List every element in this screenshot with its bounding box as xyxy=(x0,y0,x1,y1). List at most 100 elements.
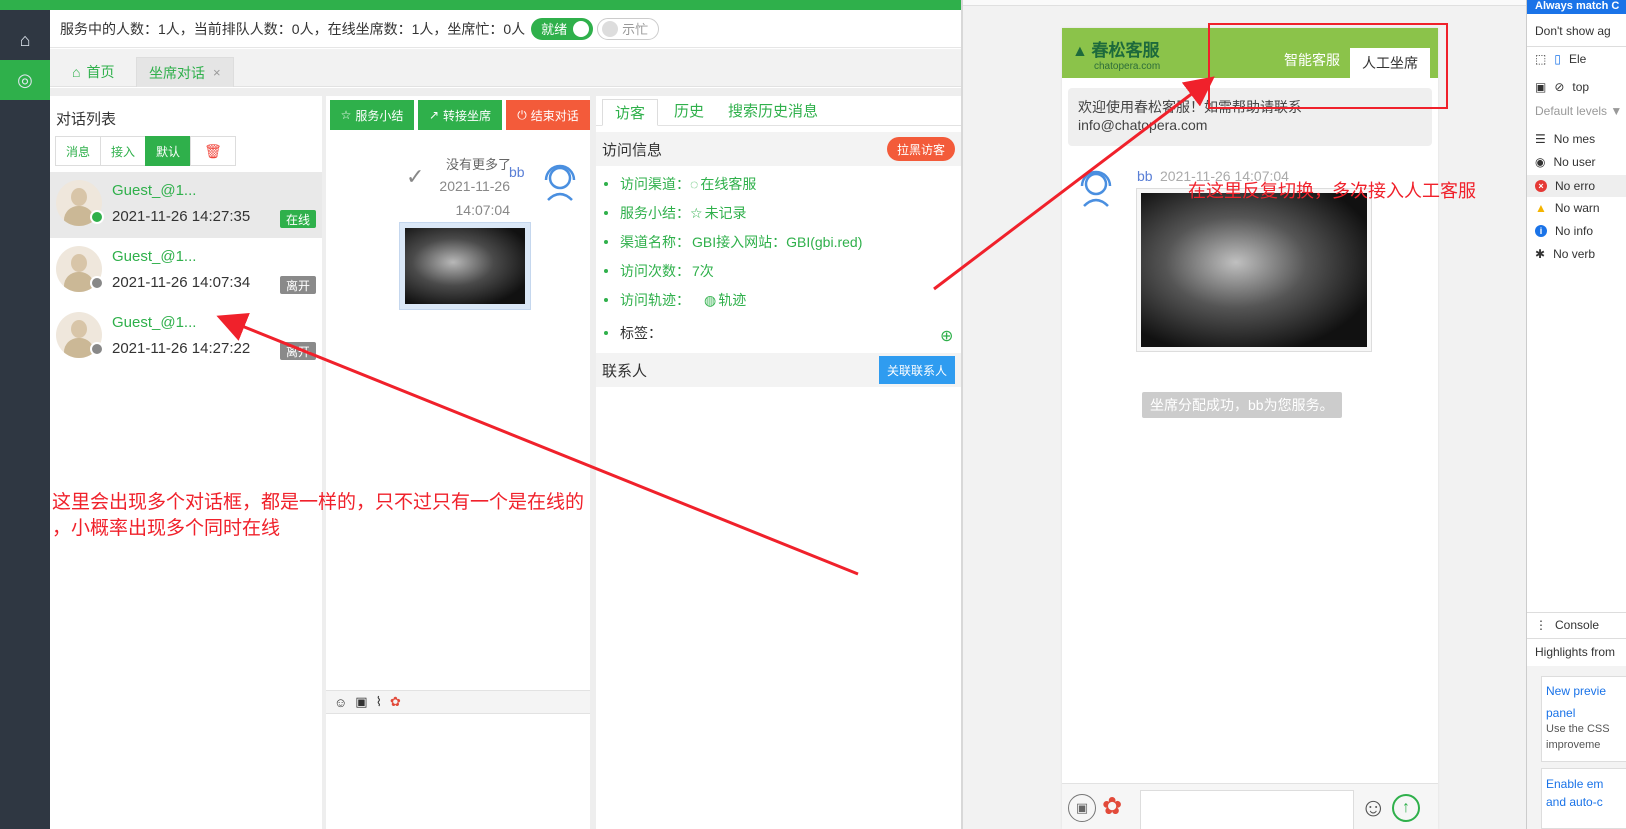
dont-show-option[interactable]: Don't show ag xyxy=(1535,24,1611,38)
window-divider xyxy=(961,0,963,829)
close-icon[interactable]: × xyxy=(213,65,221,80)
check-circle-icon: ✓ xyxy=(406,164,425,189)
rose-icon[interactable]: ✿ xyxy=(390,694,401,710)
attachment-icon[interactable]: ⌇ xyxy=(376,694,382,710)
customer-chat-widget: ▲ 春松客服 chatopera.com 智能客服 人工坐席 欢迎使用春松客服！… xyxy=(1062,28,1438,829)
annotation-highlight-box xyxy=(1208,23,1448,109)
console-toolbar: ▣ ⊘ top xyxy=(1535,80,1589,94)
transfer-agent-button[interactable]: ↗ 转接坐席 xyxy=(418,100,502,130)
annotation-left: 这里会出现多个对话框，都是一样的，只不过只有一个是在线的 ，小概率出现多个同时在… xyxy=(52,492,585,539)
filter-default-button[interactable]: 默认 xyxy=(145,136,191,166)
whats-new-card[interactable]: New previe panel Use the CSS improveme xyxy=(1541,676,1626,762)
filter-warnings[interactable]: ▲ No warn xyxy=(1535,201,1600,215)
filter-errors[interactable]: × No erro xyxy=(1527,175,1626,197)
devtools-banner[interactable]: Always match C xyxy=(1527,0,1626,14)
emoji-icon[interactable]: ☺ xyxy=(1360,792,1387,823)
filter-verbose[interactable]: ✱ No verb xyxy=(1535,247,1595,261)
filter-accept-button[interactable]: 接入 xyxy=(100,136,146,166)
tab-visitor[interactable]: 访客 xyxy=(602,99,659,126)
emoji-icon[interactable]: ☺ xyxy=(334,695,347,710)
offline-dot-icon xyxy=(90,276,104,290)
tab-elements[interactable]: Ele xyxy=(1569,52,1586,66)
online-dot-icon xyxy=(90,210,104,224)
conversation-item[interactable]: Guest_@1... 2021-11-26 14:27:22 离开 xyxy=(50,304,322,370)
track-icon: ◍ xyxy=(704,291,717,308)
conversation-filter-group: 消息 接入 默认 🗑 xyxy=(55,136,236,166)
message-image[interactable] xyxy=(399,222,531,310)
visitor-panel: 访客 历史 搜索历史消息 访问信息 拉黑访客 访问渠道： ◌ 在线客服 服务小结： ☆… xyxy=(596,96,961,829)
service-summary-field: 服务小结： ☆ 未记录 xyxy=(604,203,747,223)
left-nav-rail: ⌂ ◎ xyxy=(0,10,50,829)
blacklist-visitor-button[interactable]: 拉黑访客 xyxy=(886,137,955,161)
busy-toggle[interactable]: 示忙 xyxy=(597,17,660,40)
agent-headset-icon xyxy=(1076,166,1116,213)
contacts-header: 联系人 关联联系人 xyxy=(596,353,961,387)
whats-new-card[interactable]: Enable em and auto-c xyxy=(1541,768,1626,829)
annotation-right: 在这里反复切换，多次接入人工客服 xyxy=(1188,181,1476,201)
conversation-list-panel: 对话列表 消息 接入 默认 🗑 Guest_@1... 2021-11-26 1… xyxy=(50,96,322,829)
filter-info[interactable]: i No info xyxy=(1535,224,1593,238)
bug-icon: ✱ xyxy=(1535,247,1546,261)
message-sender: bb xyxy=(509,164,525,180)
message-timestamp: 2021-11-26 14:07:04 xyxy=(439,178,510,218)
send-arrow-icon[interactable]: ↑ xyxy=(1392,794,1420,822)
conversation-name: Guest_@1... xyxy=(112,314,197,331)
visit-channel-field: 访问渠道： ◌ 在线客服 xyxy=(604,174,756,194)
whats-new-title: Highlights from xyxy=(1535,645,1616,659)
conversation-time: 2021-11-26 14:07:34 xyxy=(112,274,251,291)
power-icon: ⏻ xyxy=(517,107,527,122)
log-levels-dropdown[interactable]: Default levels ▼ xyxy=(1535,104,1622,118)
filter-messages[interactable]: ☰ No mes xyxy=(1535,132,1595,146)
tab-search-history[interactable]: 搜索历史消息 xyxy=(728,100,818,121)
home-icon: ⌂ xyxy=(72,64,81,80)
link-contact-button[interactable]: 关联联系人 xyxy=(878,356,955,384)
filter-messages-button[interactable]: 消息 xyxy=(55,136,101,166)
add-tag-icon[interactable]: ⊕ xyxy=(940,326,953,346)
inspect-icon[interactable]: ⬚ xyxy=(1535,52,1546,66)
rose-icon[interactable]: ✿ xyxy=(1102,792,1122,821)
device-icon[interactable]: ▯ xyxy=(1554,52,1561,66)
message-sender: bb xyxy=(1137,168,1153,184)
tab-console[interactable]: ⋮ Console xyxy=(1535,618,1599,632)
tab-agent-chat[interactable]: 坐席对话 × xyxy=(136,57,234,87)
ready-toggle[interactable]: 就绪 xyxy=(531,17,594,40)
visit-info-header: 访问信息 拉黑访客 xyxy=(596,132,961,166)
chat-icon[interactable]: ◎ xyxy=(0,60,50,100)
chat-bubble-icon: ◌ xyxy=(690,176,699,192)
conversation-list-title: 对话列表 xyxy=(56,111,117,128)
image-icon[interactable]: ▣ xyxy=(1068,794,1096,822)
tags-field: 标签： xyxy=(604,323,662,343)
status-badge: 在线 xyxy=(279,210,316,228)
visit-track-field[interactable]: 访问轨迹： ◍ 轨迹 xyxy=(604,290,746,310)
message-input[interactable] xyxy=(1140,790,1354,829)
trash-icon[interactable]: 🗑 xyxy=(190,136,236,166)
conversation-time: 2021-11-26 14:27:35 xyxy=(112,208,251,225)
star-icon: ☆ xyxy=(690,204,703,221)
page-tab-bar: ⌂ 首页 坐席对话 × xyxy=(50,49,961,87)
agent-status-bar: 服务中的人数：1人，当前排队人数：0人，在线坐席数：1人，坐席忙：0人 就绪 示… xyxy=(50,10,961,48)
message-image[interactable] xyxy=(1136,188,1372,352)
clear-console-icon[interactable]: ⊘ xyxy=(1554,80,1564,94)
tab-home[interactable]: ⌂ 首页 xyxy=(60,57,126,87)
status-summary: 服务中的人数：1人，当前排队人数：0人，在线坐席数：1人，坐席忙：0人 xyxy=(60,20,526,37)
visitor-tabs: 访客 历史 搜索历史消息 xyxy=(596,96,961,126)
customer-page-topbar xyxy=(963,0,1526,6)
widget-input-bar: ▣ ✿ ☺ ↑ xyxy=(1062,783,1438,829)
image-icon[interactable]: ▣ xyxy=(355,694,367,710)
context-selector[interactable]: top xyxy=(1572,80,1589,94)
list-icon: ☰ xyxy=(1535,132,1546,146)
chat-toolbar: ☺ ▣ ⌇ ✿ xyxy=(326,690,590,714)
service-summary-button[interactable]: ☆ 服务小结 xyxy=(330,100,414,130)
home-icon[interactable]: ⌂ xyxy=(0,20,50,60)
offline-dot-icon xyxy=(90,342,104,356)
tab-history[interactable]: 历史 xyxy=(674,100,704,121)
visit-count-field: 访问次数： 7次 xyxy=(604,261,714,281)
filter-user-messages[interactable]: ◉ No user xyxy=(1535,155,1596,169)
end-chat-button[interactable]: ⏻ 结束对话 xyxy=(506,100,590,130)
conversation-item[interactable]: Guest_@1... 2021-11-26 14:27:35 在线 xyxy=(50,172,322,238)
conversation-time: 2021-11-26 14:27:22 xyxy=(112,340,251,357)
user-icon: ◉ xyxy=(1535,155,1546,169)
sidebar-toggle-icon[interactable]: ▣ xyxy=(1535,80,1546,94)
devtools-toolbar: ⬚ ▯ Ele xyxy=(1535,52,1586,66)
conversation-item[interactable]: Guest_@1... 2021-11-26 14:07:34 离开 xyxy=(50,238,322,304)
